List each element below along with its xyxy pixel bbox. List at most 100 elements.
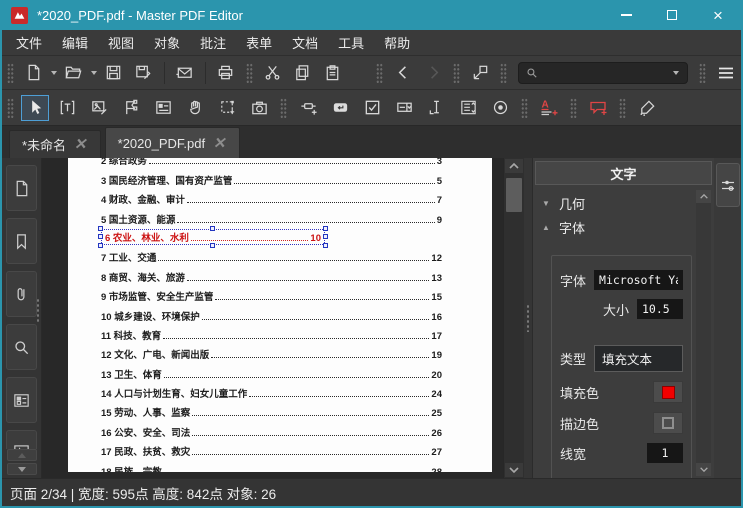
pages-panel-button[interactable]	[6, 165, 37, 211]
toc-row[interactable]: 13 卫生、体育 20	[101, 361, 442, 381]
layers-panel-button[interactable]	[6, 377, 37, 423]
document-vertical-scrollbar[interactable]	[503, 158, 524, 478]
print-button[interactable]	[213, 60, 239, 86]
stroke-color-swatch[interactable]	[653, 412, 683, 434]
pdf-page[interactable]: 2 综合政务 3 3 国民经济管理、国有资产监管 5 4 财政、金融、审计 7 5 国…	[68, 158, 492, 472]
toolbar-drag-handle[interactable]	[499, 62, 507, 83]
toc-row[interactable]: 9 市场监管、安全生产监管 15	[101, 284, 442, 303]
text-object-selection-box[interactable]: 6 农业、林业、水利 10	[98, 225, 328, 248]
panel-scroll-down-button[interactable]	[696, 463, 711, 476]
toolbar-drag-handle[interactable]	[698, 62, 706, 83]
sidebar-scroll-up-button[interactable]	[6, 449, 37, 461]
selection-handle[interactable]	[98, 233, 103, 239]
listbox-tool-button[interactable]	[454, 95, 482, 121]
toolbar-drag-handle[interactable]	[570, 97, 577, 118]
new-document-dropdown[interactable]	[50, 70, 57, 75]
splitter-grip[interactable]	[526, 304, 530, 332]
sidebar-resize-grip[interactable]	[36, 298, 40, 324]
forward-button[interactable]	[420, 60, 446, 86]
text-annotation-tool-button[interactable]: A	[535, 95, 563, 121]
menu-annotation[interactable]: 批注	[190, 30, 236, 55]
signature-panel-button[interactable]	[6, 430, 37, 449]
selection-handle[interactable]	[210, 242, 215, 248]
snapshot-tool-button[interactable]	[245, 95, 273, 121]
toc-row[interactable]: 18 民族、宗教28	[101, 458, 442, 472]
selection-handle[interactable]	[98, 225, 103, 231]
close-button[interactable]: ×	[695, 0, 741, 30]
scroll-up-button[interactable]	[505, 159, 523, 173]
scroll-down-button[interactable]	[505, 463, 523, 477]
minimize-button[interactable]	[603, 0, 649, 30]
email-button[interactable]	[172, 60, 198, 86]
push-button-tool-button[interactable]	[326, 95, 354, 121]
toolbar-drag-handle[interactable]	[619, 97, 626, 118]
edit-path-tool-button[interactable]	[117, 95, 145, 121]
tab-close-icon[interactable]: ✕	[73, 136, 89, 153]
attachments-panel-button[interactable]	[6, 271, 37, 317]
section-geometry[interactable]: ▼ 几何	[541, 191, 692, 215]
callout-annotation-tool-button[interactable]	[584, 95, 612, 121]
font-name-input[interactable]	[594, 270, 683, 290]
toc-row[interactable]: 17 民政、扶贫、救灾 27	[101, 439, 442, 458]
toc-row[interactable]: 14 人口与计划生育、妇女儿童工作 24	[101, 381, 442, 400]
radio-button-tool-button[interactable]	[486, 95, 514, 121]
type-select[interactable]: 填充文本	[594, 345, 683, 372]
copy-button[interactable]	[289, 60, 315, 86]
open-file-button[interactable]	[61, 60, 87, 86]
maximize-button[interactable]	[649, 0, 695, 30]
open-file-dropdown[interactable]	[90, 70, 97, 75]
edit-image-tool-button[interactable]	[85, 95, 113, 121]
menu-document[interactable]: 文档	[282, 30, 328, 55]
toolbar-drag-handle[interactable]	[7, 62, 14, 83]
selection-handle[interactable]	[210, 225, 215, 231]
toolbar-drag-handle[interactable]	[280, 97, 287, 118]
search-dropdown[interactable]	[672, 70, 679, 75]
menu-object[interactable]: 对象	[144, 30, 190, 55]
fit-selection-button[interactable]	[467, 60, 493, 86]
link-tool-button[interactable]	[294, 95, 322, 121]
line-width-input[interactable]	[647, 443, 683, 463]
toc-row[interactable]: 10 城乡建设、环境保护 16	[101, 303, 442, 323]
toc-row[interactable]: 5 国土资源、能源 9	[101, 206, 442, 226]
selection-handle[interactable]	[98, 242, 103, 248]
save-button[interactable]	[101, 60, 127, 86]
toc-row[interactable]: 3 国民经济管理、国有资产监管 5	[101, 167, 442, 187]
sidebar-scroll-down-button[interactable]	[6, 463, 37, 475]
menu-view[interactable]: 视图	[98, 30, 144, 55]
save-as-button[interactable]	[131, 60, 157, 86]
highlighter-pen-tool-button[interactable]	[633, 95, 661, 121]
text-field-tool-button[interactable]	[422, 95, 450, 121]
fill-color-swatch[interactable]	[653, 381, 683, 403]
selection-handle[interactable]	[323, 233, 328, 239]
cut-button[interactable]	[260, 60, 286, 86]
hand-tool-button[interactable]	[181, 95, 209, 121]
toolbar-drag-handle[interactable]	[7, 97, 14, 118]
search-input[interactable]	[538, 64, 671, 81]
toc-row[interactable]: 7 工业、交通 12	[101, 245, 442, 264]
combobox-tool-button[interactable]	[390, 95, 418, 121]
back-button[interactable]	[390, 60, 416, 86]
tab-close-icon[interactable]: ✕	[212, 135, 228, 152]
toc-row-selected[interactable]: 6 农业、林业、水利 10	[98, 225, 442, 248]
toc-row[interactable]: 11 科技、教育 17	[101, 323, 442, 342]
edit-form-tool-button[interactable]	[149, 95, 177, 121]
font-size-input[interactable]	[637, 299, 683, 319]
select-tool-button[interactable]	[21, 94, 49, 121]
panel-scrollbar[interactable]	[696, 190, 711, 476]
panel-splitter[interactable]	[524, 158, 532, 478]
search-panel-button[interactable]	[6, 324, 37, 370]
toc-row[interactable]: 8 商贸、海关、旅游 13	[101, 264, 442, 284]
select-area-tool-button[interactable]	[213, 95, 241, 121]
selection-handle[interactable]	[323, 242, 328, 248]
menu-form[interactable]: 表单	[236, 30, 282, 55]
panel-scroll-up-button[interactable]	[696, 190, 711, 203]
selection-handle[interactable]	[323, 225, 328, 231]
menu-tools[interactable]: 工具	[328, 30, 374, 55]
hamburger-menu-button[interactable]	[713, 60, 739, 86]
menu-file[interactable]: 文件	[6, 30, 52, 55]
menu-edit[interactable]: 编辑	[52, 30, 98, 55]
document-viewport[interactable]: 2 综合政务 3 3 国民经济管理、国有资产监管 5 4 财政、金融、审计 7 5 国…	[42, 158, 503, 478]
section-font[interactable]: ▲ 字体	[541, 215, 692, 239]
toc-row[interactable]: 16 公安、安全、司法 26	[101, 419, 442, 439]
menu-help[interactable]: 帮助	[374, 30, 420, 55]
